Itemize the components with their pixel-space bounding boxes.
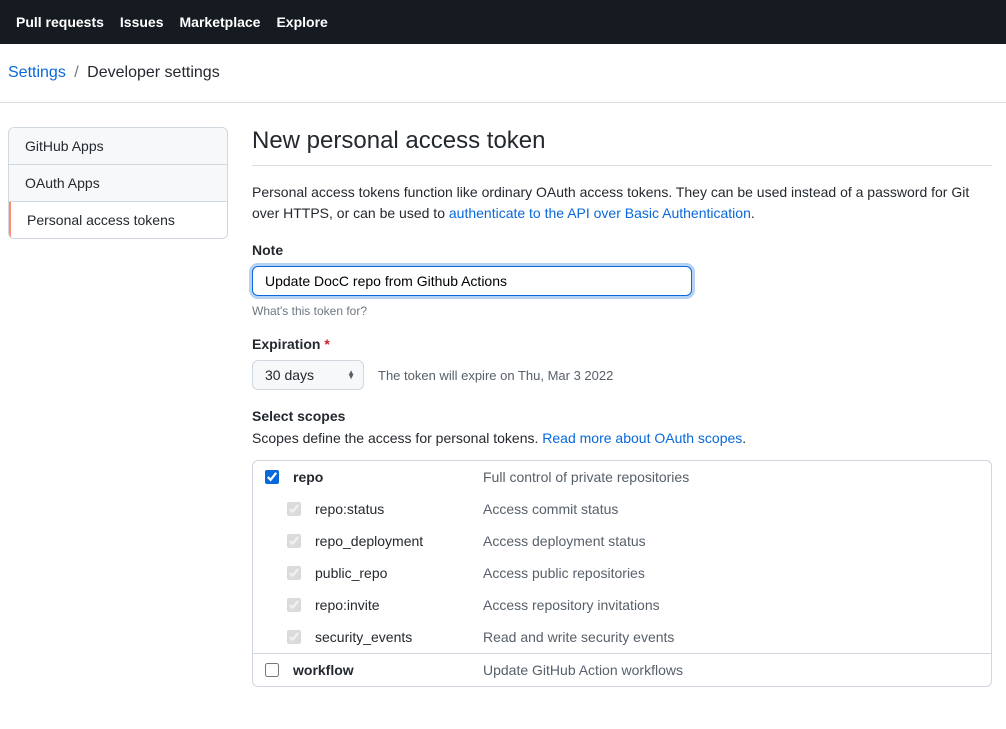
sidebar-menu: GitHub Apps OAuth Apps Personal access t… (8, 127, 228, 239)
scope-desc: Read and write security events (483, 629, 979, 645)
sidebar-item-personal-access-tokens[interactable]: Personal access tokens (9, 202, 227, 238)
scopes-box: repo Full control of private repositorie… (252, 460, 992, 687)
scope-checkbox-public-repo[interactable] (287, 566, 301, 580)
page-title: New personal access token (252, 127, 992, 166)
sidebar-item-github-apps[interactable]: GitHub Apps (9, 128, 227, 165)
sidebar: GitHub Apps OAuth Apps Personal access t… (8, 127, 228, 705)
nav-pull-requests[interactable]: Pull requests (16, 14, 104, 30)
scope-checkbox-repo-status[interactable] (287, 502, 301, 516)
scopes-intro: Scopes define the access for personal to… (252, 430, 992, 446)
breadcrumb: Settings / Developer settings (0, 44, 1006, 103)
scope-name: security_events (315, 629, 412, 645)
scope-desc: Access public repositories (483, 565, 979, 581)
scope-checkbox-repo-invite[interactable] (287, 598, 301, 612)
scope-row-workflow: workflow Update GitHub Action workflows (253, 654, 991, 686)
scope-name: repo (293, 469, 323, 485)
scope-row-security-events: security_events Read and write security … (253, 621, 991, 653)
scope-desc: Access repository invitations (483, 597, 979, 613)
scope-row-public-repo: public_repo Access public repositories (253, 557, 991, 589)
scope-group-repo: repo Full control of private repositorie… (253, 461, 991, 654)
scope-name: repo_deployment (315, 533, 423, 549)
note-label: Note (252, 242, 992, 258)
scope-name: repo:status (315, 501, 384, 517)
scope-desc: Update GitHub Action workflows (483, 662, 979, 678)
expiration-select[interactable]: 30 days ▲▼ (252, 360, 364, 390)
scope-checkbox-workflow[interactable] (265, 663, 279, 677)
scope-group-workflow: workflow Update GitHub Action workflows (253, 654, 991, 686)
scope-checkbox-repo[interactable] (265, 470, 279, 484)
required-asterisk: * (324, 336, 329, 352)
scope-checkbox-security-events[interactable] (287, 630, 301, 644)
nav-explore[interactable]: Explore (276, 14, 327, 30)
scope-row-repo: repo Full control of private repositorie… (253, 461, 991, 493)
scope-desc: Access commit status (483, 501, 979, 517)
scopes-link[interactable]: Read more about OAuth scopes (542, 430, 742, 446)
scope-name: repo:invite (315, 597, 380, 613)
scopes-label: Select scopes (252, 408, 992, 424)
intro-link-auth[interactable]: authenticate to the API over Basic Authe… (449, 205, 751, 221)
chevron-updown-icon: ▲▼ (347, 371, 355, 379)
breadcrumb-current: Developer settings (87, 64, 220, 81)
nav-marketplace[interactable]: Marketplace (180, 14, 261, 30)
top-nav: Pull requests Issues Marketplace Explore (0, 0, 1006, 44)
scope-desc: Access deployment status (483, 533, 979, 549)
scope-checkbox-repo-deployment[interactable] (287, 534, 301, 548)
expiration-note: The token will expire on Thu, Mar 3 2022 (378, 368, 613, 383)
intro-text: Personal access tokens function like ord… (252, 182, 992, 224)
note-input[interactable] (252, 266, 692, 296)
scope-name: workflow (293, 662, 354, 678)
breadcrumb-settings[interactable]: Settings (8, 64, 66, 81)
scope-row-repo-deployment: repo_deployment Access deployment status (253, 525, 991, 557)
note-hint: What's this token for? (252, 304, 992, 318)
main-content: New personal access token Personal acces… (252, 127, 992, 705)
nav-issues[interactable]: Issues (120, 14, 164, 30)
scope-row-repo-invite: repo:invite Access repository invitation… (253, 589, 991, 621)
scope-name: public_repo (315, 565, 387, 581)
scope-desc: Full control of private repositories (483, 469, 979, 485)
breadcrumb-separator: / (70, 64, 82, 81)
expiration-label: Expiration * (252, 336, 992, 352)
scope-row-repo-status: repo:status Access commit status (253, 493, 991, 525)
sidebar-item-oauth-apps[interactable]: OAuth Apps (9, 165, 227, 202)
